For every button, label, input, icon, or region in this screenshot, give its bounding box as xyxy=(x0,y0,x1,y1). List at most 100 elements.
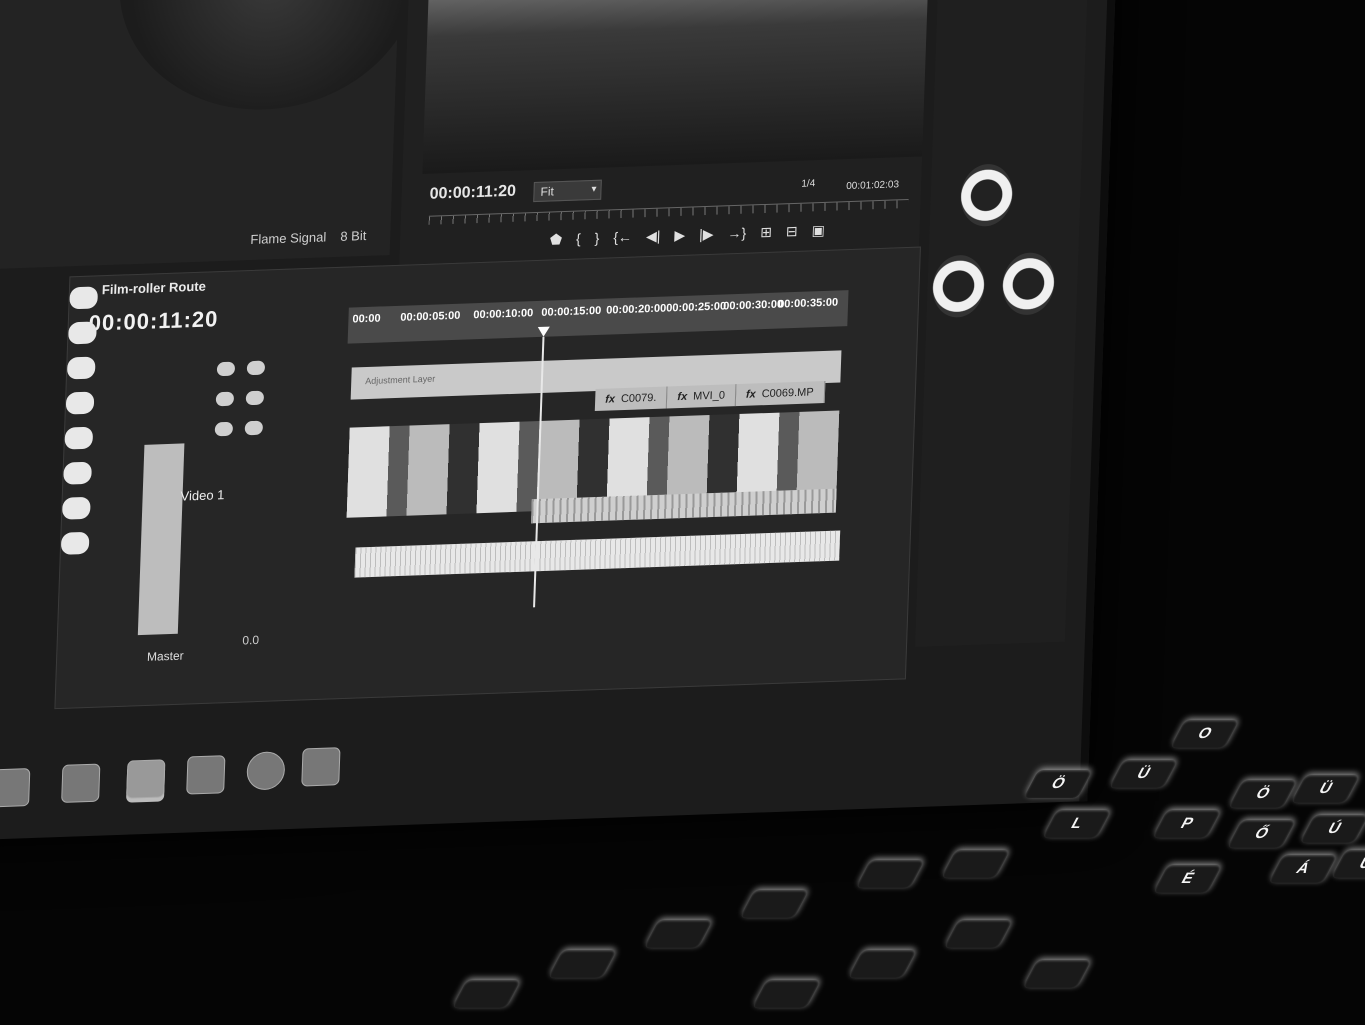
color-wheel-knob[interactable] xyxy=(959,163,1014,228)
keyboard-key[interactable]: Á xyxy=(1268,855,1338,883)
keyboard-key[interactable] xyxy=(941,850,1010,878)
program-duration: 00:01:02:03 xyxy=(845,179,900,193)
program-monitor: 00:00:11:20 Fit ▾ 1/4 00:01:02:03 ⬟ { } … xyxy=(399,0,930,265)
keyboard-key[interactable] xyxy=(451,980,521,1008)
playhead-handle[interactable] xyxy=(537,326,550,338)
keyboard-key[interactable] xyxy=(847,950,917,978)
export-frame-icon[interactable]: ▣ xyxy=(811,222,825,239)
keyboard-key[interactable]: L xyxy=(1042,810,1112,838)
flame-signal-label: Flame Signal xyxy=(250,229,327,248)
key-legend: Ü xyxy=(1133,765,1154,782)
ruler-tick: 00:00:05:00 xyxy=(400,309,461,324)
track-sync-icon[interactable] xyxy=(244,420,264,436)
keyboard-key[interactable]: O xyxy=(1170,720,1240,748)
photo-scene: Flame Signal 8 Bit 00:00:11:20 Fit ▾ 1/4… xyxy=(0,0,1365,1025)
master-track-label: Master xyxy=(146,648,184,664)
fit-dropdown-value: Fit xyxy=(540,184,555,199)
keyboard-key[interactable] xyxy=(643,920,713,948)
ruler-tick: 00:00 xyxy=(352,312,381,326)
fx-badge: fx xyxy=(604,393,616,406)
program-video-frame xyxy=(422,0,930,174)
keyboard-key[interactable] xyxy=(1022,960,1092,988)
tools-column xyxy=(45,276,120,709)
track-select-tool-icon[interactable] xyxy=(68,321,97,345)
keyboard-key[interactable]: É xyxy=(1153,865,1222,893)
keyboard-key[interactable]: Ö xyxy=(1023,770,1093,798)
clip[interactable]: fx C0079. xyxy=(594,386,668,412)
clip-name: C0069.MP xyxy=(761,386,814,401)
flame-signal-value[interactable]: 8 Bit xyxy=(340,228,367,244)
ruler-tick: 00:00:15:00 xyxy=(541,304,602,319)
track-sync-icon[interactable] xyxy=(245,390,265,406)
ripple-edit-tool-icon[interactable] xyxy=(66,356,96,380)
track-lock-icon[interactable] xyxy=(216,361,236,377)
clip[interactable]: fx C0069.MP xyxy=(735,380,826,407)
fx-badge: fx xyxy=(745,388,756,401)
program-scrub-ruler[interactable] xyxy=(428,198,909,225)
audio-2-clip[interactable] xyxy=(354,530,841,578)
selection-tool-icon[interactable] xyxy=(69,286,99,310)
fx-badge: fx xyxy=(677,390,688,404)
track-lock-icon[interactable] xyxy=(215,391,235,407)
key-legend: Á xyxy=(1293,860,1314,877)
ruler-tick: 00:00:25:00 xyxy=(666,300,727,315)
step-forward-icon[interactable]: |▶ xyxy=(699,226,714,244)
track-lock-icon[interactable] xyxy=(214,421,234,437)
key-legend: Ö xyxy=(1252,785,1274,802)
key-legend: É xyxy=(1178,870,1198,887)
pen-tool-icon[interactable] xyxy=(63,461,92,485)
track-sync-icon[interactable] xyxy=(246,360,266,376)
add-marker-icon[interactable]: ⬟ xyxy=(550,231,563,248)
mark-out-icon[interactable]: } xyxy=(594,230,599,247)
keyboard-key[interactable] xyxy=(547,950,617,978)
step-back-icon[interactable]: ◀| xyxy=(646,228,661,246)
keyboard-key[interactable]: P xyxy=(1152,810,1222,838)
slip-tool-icon[interactable] xyxy=(64,426,94,450)
go-to-out-icon[interactable]: →} xyxy=(727,225,746,243)
fit-dropdown[interactable]: Fit ▾ xyxy=(533,179,602,203)
backlit-keyboard: Ö Ü O Ö Ü P Ő Ú Á Ű L É xyxy=(0,700,1365,1025)
keyboard-key[interactable] xyxy=(751,980,821,1008)
master-volume-value[interactable]: 0.0 xyxy=(242,633,259,648)
chevron-down-icon: ▾ xyxy=(591,183,597,196)
play-icon[interactable]: ▶ xyxy=(674,227,685,244)
lift-icon[interactable]: ⊞ xyxy=(760,224,772,241)
video-1-track-label[interactable]: Video 1 xyxy=(180,487,224,504)
resolution-select[interactable]: 1/4 xyxy=(801,178,815,190)
go-to-in-icon[interactable]: {← xyxy=(613,229,632,247)
extract-icon[interactable]: ⊟ xyxy=(786,223,798,240)
color-wheel-knob[interactable] xyxy=(1001,251,1056,316)
ruler-tick: 00:00:10:00 xyxy=(473,307,534,322)
keyboard-key[interactable]: Ő xyxy=(1227,820,1296,848)
ruler-tick: 00:00:30:00 xyxy=(722,298,784,313)
ruler-tick: 00:00:35:00 xyxy=(777,296,839,311)
transport-controls: ⬟ { } {← ◀| ▶ |▶ →} ⊞ ⊟ ▣ xyxy=(550,222,826,249)
source-panel: Flame Signal 8 Bit xyxy=(0,0,424,270)
program-timecode[interactable]: 00:00:11:20 xyxy=(429,183,516,204)
keyboard-key[interactable]: Ö xyxy=(1228,780,1298,808)
keyboard-key[interactable]: Ü xyxy=(1290,775,1360,803)
keyboard-key[interactable] xyxy=(855,860,925,888)
mark-in-icon[interactable]: { xyxy=(576,230,581,247)
color-wheel-knob[interactable] xyxy=(931,254,986,319)
key-legend: O xyxy=(1194,725,1216,742)
key-legend: Ö xyxy=(1047,775,1069,792)
razor-tool-icon[interactable] xyxy=(65,391,95,415)
key-legend: P xyxy=(1177,815,1197,832)
lumetri-panel xyxy=(914,0,1090,647)
type-tool-icon[interactable] xyxy=(60,531,90,555)
clip-name: MVI_0 xyxy=(692,389,726,403)
clip[interactable]: fx MVI_0 xyxy=(667,384,737,409)
key-legend: Ü xyxy=(1315,780,1336,797)
keyboard-key[interactable] xyxy=(739,890,809,918)
hand-tool-icon[interactable] xyxy=(61,496,91,520)
clip-name: C0079. xyxy=(620,391,657,406)
time-ruler[interactable]: 00:00 00:00:05:00 00:00:10:00 00:00:15:0… xyxy=(347,290,849,344)
key-legend: Ú xyxy=(1324,820,1345,837)
ruler-tick: 00:00:20:00 xyxy=(606,302,667,317)
keyboard-key[interactable] xyxy=(943,920,1013,948)
key-legend: Ő xyxy=(1251,825,1273,842)
keyboard-key[interactable]: Ü xyxy=(1108,760,1178,788)
keyboard-key[interactable]: Ú xyxy=(1299,815,1365,843)
timeline-panel: Film-roller Route 00:00:11:20 00:00 00:0… xyxy=(54,246,921,710)
